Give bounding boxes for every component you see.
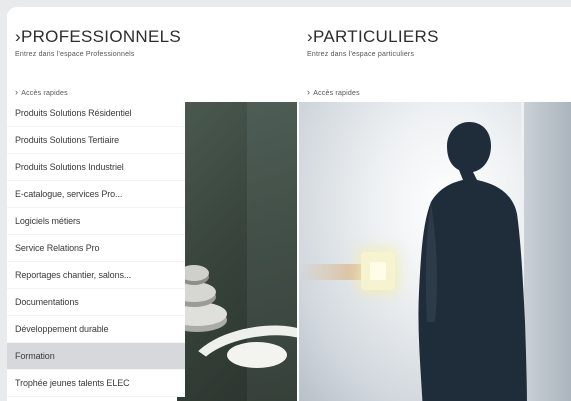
menu-item[interactable]: Produits Solutions Tertiaire	[7, 127, 185, 154]
menu-item[interactable]: Reportages chantier, salons...	[7, 262, 185, 289]
particuliers-image[interactable]	[299, 102, 571, 401]
professionnels-quick-access-label: Accès rapides	[21, 90, 68, 97]
menu-item[interactable]: E-catalogue, services Pro...	[7, 181, 185, 208]
quick-access-menu: Produits Solutions Résidentiel Produits S…	[7, 100, 185, 397]
professionnels-title-link[interactable]: ›PROFESSIONNELS	[15, 27, 181, 47]
image-light-beam	[299, 264, 369, 280]
menu-item[interactable]: Produits Solutions Industriel	[7, 154, 185, 181]
chevron-right-icon: ›	[307, 87, 311, 97]
particuliers-quick-access-label: Accès rapides	[313, 90, 360, 97]
home-frame: ›PROFESSIONNELS Entrez dans l'espace Pro…	[7, 7, 571, 401]
menu-item[interactable]: Documentations	[7, 289, 185, 316]
chevron-right-icon: ›	[15, 87, 19, 97]
particuliers-subtitle[interactable]: Entrez dans l'espace particuliers	[307, 51, 414, 58]
particuliers-title: PARTICULIERS	[312, 27, 439, 46]
professionnels-image[interactable]	[177, 102, 297, 401]
menu-item[interactable]: Produits Solutions Résidentiel	[7, 100, 185, 127]
menu-item[interactable]: Logiciels métiers	[7, 208, 185, 235]
person-silhouette-icon	[418, 122, 527, 401]
particuliers-quick-access[interactable]: › Accès rapides	[307, 87, 360, 97]
menu-item[interactable]: Service Relations Pro	[7, 235, 185, 262]
light-switch-icon	[361, 252, 395, 290]
menu-item[interactable]: Formation	[7, 343, 185, 370]
menu-item[interactable]: Développement durable	[7, 316, 185, 343]
professionnels-title: PROFESSIONNELS	[20, 27, 182, 46]
particuliers-section: ›PARTICULIERS Entrez dans l'espace parti…	[299, 7, 571, 401]
professionnels-section: ›PROFESSIONNELS Entrez dans l'espace Pro…	[7, 7, 297, 401]
image-curve-highlight	[227, 342, 287, 368]
menu-item[interactable]: Trophée jeunes talents ELEC	[7, 370, 185, 397]
particuliers-title-link[interactable]: ›PARTICULIERS	[307, 27, 439, 47]
image-door	[521, 102, 571, 401]
professionnels-subtitle[interactable]: Entrez dans l'espace Professionnels	[15, 51, 135, 58]
professionnels-quick-access[interactable]: › Accès rapides	[15, 87, 68, 97]
